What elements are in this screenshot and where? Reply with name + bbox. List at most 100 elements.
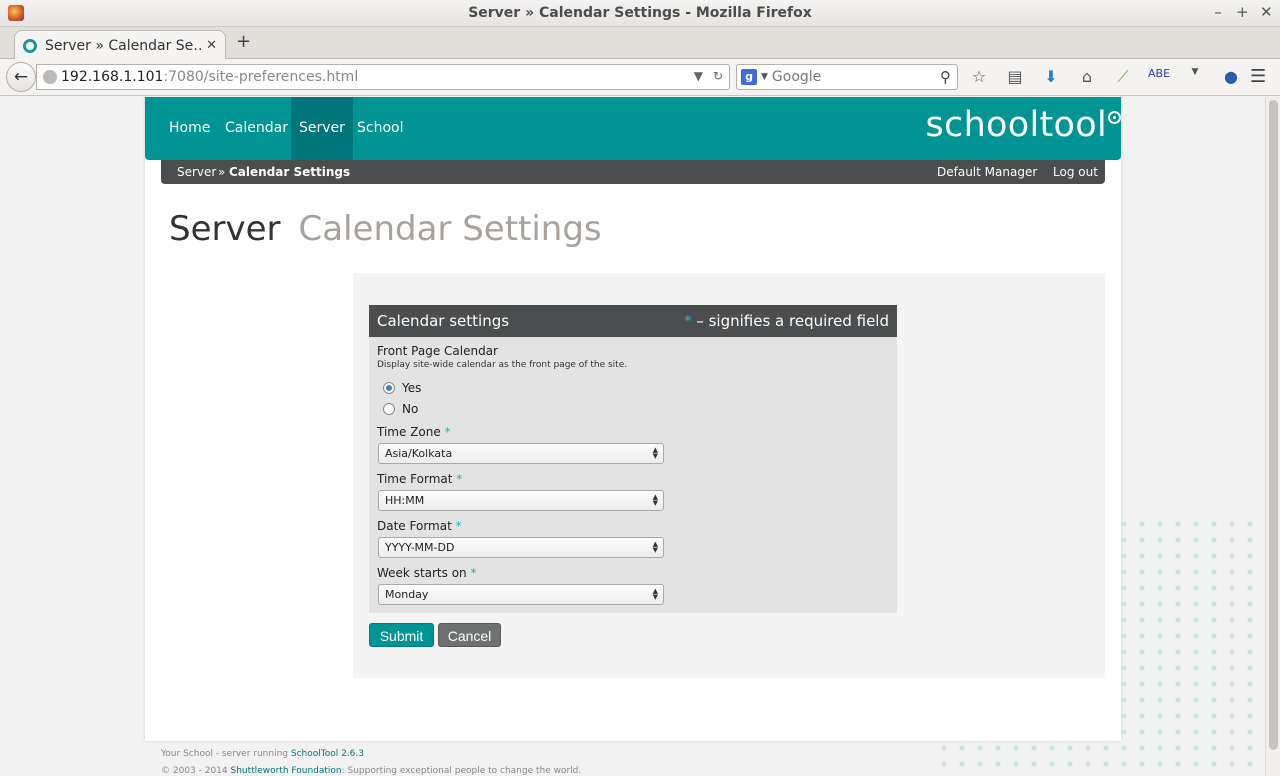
url-dropdown-icon[interactable]: ▼ xyxy=(694,69,703,83)
required-note-text: – signifies a required field xyxy=(696,312,889,330)
maximize-button[interactable]: + xyxy=(1236,3,1249,21)
timezone-select[interactable]: Asia/Kolkata ▲ ▼ xyxy=(378,443,664,464)
window-titlebar: Server » Calendar Settings - Mozilla Fir… xyxy=(0,0,1280,27)
download-icon[interactable]: ⬇ xyxy=(1040,67,1062,87)
required-star: * xyxy=(456,472,463,486)
reading-list-icon[interactable]: ▤ xyxy=(1004,67,1026,87)
tab-close-icon[interactable]: ✕ xyxy=(206,38,217,53)
search-bar[interactable]: g ▼ Google ⚲ xyxy=(736,64,958,90)
tab-strip: Server » Calendar Se… ✕ + xyxy=(0,27,1280,60)
timezone-label-text: Time Zone xyxy=(377,425,441,439)
new-tab-button[interactable]: + xyxy=(236,31,251,52)
front-page-label: Front Page Calendar xyxy=(377,344,498,358)
radio-yes[interactable] xyxy=(383,382,395,394)
radio-yes-row[interactable]: Yes xyxy=(383,381,421,395)
required-star: * xyxy=(470,566,477,580)
form-title: Calendar settings xyxy=(377,312,510,330)
schooltool-favicon-icon xyxy=(23,38,37,53)
close-window-button[interactable]: ✕ xyxy=(1260,3,1273,21)
footer-copyright-text: © 2003 - 2014 xyxy=(161,766,231,776)
radio-no[interactable] xyxy=(383,403,395,415)
page-footer: Your School - server running SchoolTool … xyxy=(161,746,581,776)
front-page-description: Display site-wide calendar as the front … xyxy=(377,360,628,370)
select-arrows-icon: ▲ ▼ xyxy=(652,587,658,601)
time-format-select[interactable]: HH:MM ▲ ▼ xyxy=(378,490,664,511)
week-start-label-text: Week starts on xyxy=(377,566,467,580)
schooltool-logo[interactable]: schooltool xyxy=(925,105,1121,145)
breadcrumb-bar: Server » Calendar Settings Default Manag… xyxy=(161,160,1105,184)
week-start-label: Week starts on * xyxy=(377,566,476,580)
site-identity-icon[interactable] xyxy=(43,70,57,84)
url-bar[interactable]: 192.168.1.101 :7080/site-preferences.htm… xyxy=(36,64,730,90)
calendar-settings-form: Calendar settings * – signifies a requir… xyxy=(369,305,897,613)
browser-tab[interactable]: Server » Calendar Se… ✕ xyxy=(14,30,226,60)
browser-navbar: ← 192.168.1.101 :7080/site-preferences.h… xyxy=(0,59,1280,96)
shuttleworth-link[interactable]: Shuttleworth Foundation xyxy=(231,766,342,776)
required-star: * xyxy=(684,312,692,330)
vertical-scrollbar[interactable] xyxy=(1265,97,1280,776)
page-container: Home Calendar Server School schooltool S… xyxy=(145,97,1121,741)
time-format-label-text: Time Format xyxy=(377,472,453,486)
nav-calendar[interactable]: Calendar xyxy=(217,97,296,160)
logo-ring-icon xyxy=(1108,111,1121,124)
date-format-label-text: Date Format xyxy=(377,519,452,533)
week-start-value: Monday xyxy=(385,588,429,601)
back-arrow-icon: ← xyxy=(13,67,29,87)
timezone-label: Time Zone * xyxy=(377,425,451,439)
date-format-value: YYYY-MM-DD xyxy=(385,541,455,554)
cancel-button[interactable]: Cancel xyxy=(438,623,501,647)
footer-line-1: Your School - server running SchoolTool … xyxy=(161,746,581,763)
feather-icon[interactable]: ⟋ xyxy=(1112,67,1134,87)
date-format-select[interactable]: YYYY-MM-DD ▲ ▼ xyxy=(378,537,664,558)
window-controls: – + ✕ xyxy=(1212,3,1272,21)
submit-button[interactable]: Submit xyxy=(369,623,434,647)
back-button[interactable]: ← xyxy=(6,62,36,92)
nav-school[interactable]: School xyxy=(349,97,411,160)
page-viewport: Home Calendar Server School schooltool S… xyxy=(0,97,1265,776)
hamburger-menu-icon[interactable]: ☰ xyxy=(1250,66,1270,87)
search-input[interactable]: Google xyxy=(772,69,940,85)
star-icon[interactable]: ☆ xyxy=(968,67,990,87)
page-title-sub: Calendar Settings xyxy=(298,209,602,249)
footer-tagline: : Supporting exceptional people to chang… xyxy=(341,766,582,776)
content-panel: Calendar settings * – signifies a requir… xyxy=(353,273,1105,678)
breadcrumb-separator: » xyxy=(218,165,226,179)
select-arrows-icon: ▲ ▼ xyxy=(652,540,658,554)
url-path: :7080/site-preferences.html xyxy=(163,69,359,85)
time-format-label: Time Format * xyxy=(377,472,462,486)
engine-dropdown-icon[interactable]: ▼ xyxy=(761,72,768,82)
radio-no-row[interactable]: No xyxy=(383,402,418,416)
google-engine-icon[interactable]: g xyxy=(741,69,757,85)
tab-title: Server » Calendar Se… xyxy=(45,37,203,54)
breadcrumb-server[interactable]: Server xyxy=(177,160,216,184)
brand-text: schooltool xyxy=(925,105,1107,145)
required-star: * xyxy=(455,519,462,533)
reload-icon[interactable]: ↻ xyxy=(713,69,723,83)
radio-yes-label: Yes xyxy=(402,381,422,395)
abe-icon[interactable]: ABE xyxy=(1148,67,1170,87)
scrollbar-thumb[interactable] xyxy=(1269,100,1278,750)
blue-globe-icon[interactable]: ● xyxy=(1220,67,1242,87)
minimize-button[interactable]: – xyxy=(1212,3,1224,21)
week-start-select[interactable]: Monday ▲ ▼ xyxy=(378,584,664,605)
radio-no-label: No xyxy=(402,402,419,416)
logout-link[interactable]: Log out xyxy=(1053,160,1098,184)
home-icon[interactable]: ⌂ xyxy=(1076,67,1098,87)
required-field-note: * – signifies a required field xyxy=(684,312,889,330)
search-icon[interactable]: ⚲ xyxy=(940,68,951,86)
form-header: Calendar settings * – signifies a requir… xyxy=(369,305,897,337)
select-arrows-icon: ▲ ▼ xyxy=(652,446,658,460)
nav-home[interactable]: Home xyxy=(161,97,218,160)
breadcrumb-current: Calendar Settings xyxy=(229,165,351,179)
main-nav: Home Calendar Server School schooltool xyxy=(145,97,1121,160)
window-title: Server » Calendar Settings - Mozilla Fir… xyxy=(468,5,812,21)
firefox-icon xyxy=(8,5,24,21)
footer-line-2: © 2003 - 2014 Shuttleworth Foundation: S… xyxy=(161,763,581,776)
schooltool-version-link[interactable]: SchoolTool 2.6.3 xyxy=(291,749,364,759)
page-title-main: Server xyxy=(169,209,281,249)
nav-server[interactable]: Server xyxy=(291,97,353,160)
dropdown-icon[interactable]: ▼ xyxy=(1184,67,1206,87)
time-format-value: HH:MM xyxy=(385,494,425,507)
user-menu-link[interactable]: Default Manager xyxy=(937,160,1037,184)
date-format-label: Date Format * xyxy=(377,519,462,533)
